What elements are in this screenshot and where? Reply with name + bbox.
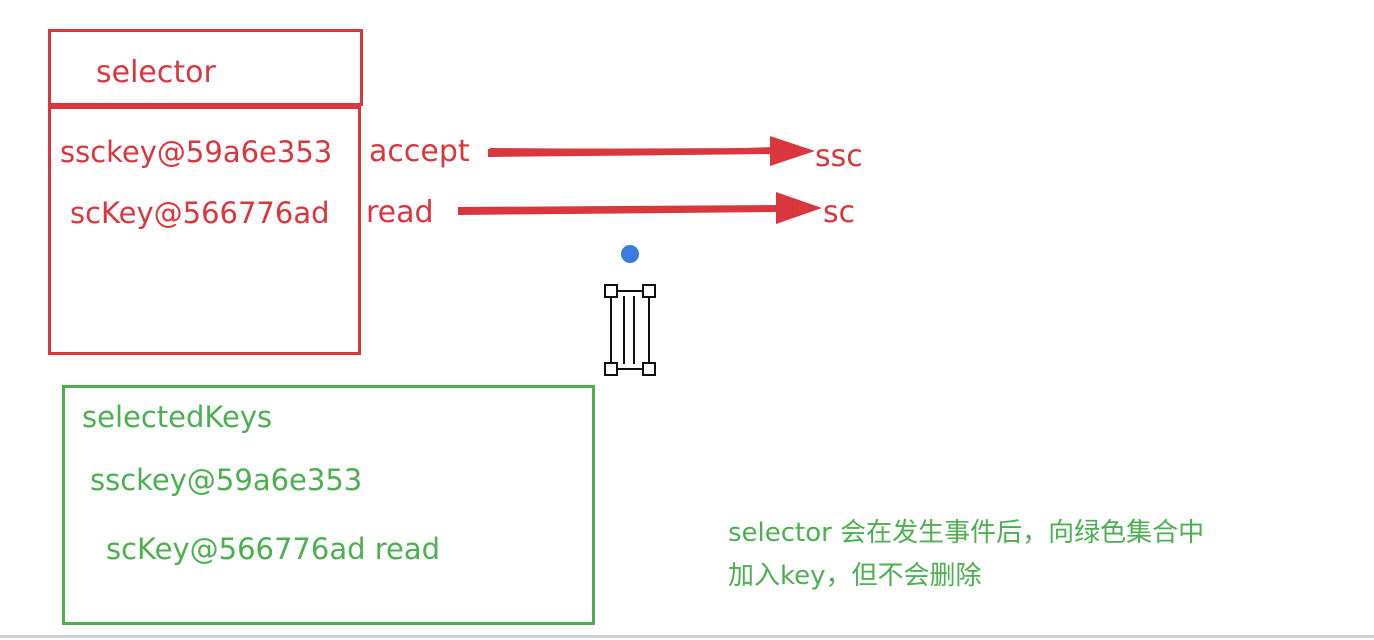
arrow-target-sc: sc: [823, 195, 856, 230]
selector-event-1: accept: [369, 134, 470, 169]
arrow-accept: [488, 136, 815, 166]
note-line-2: 加入key，但不会删除: [728, 561, 982, 591]
arrow-read: [458, 192, 822, 224]
blue-dot: [621, 245, 639, 263]
selector-key-1: ssckey@59a6e353: [60, 135, 333, 169]
arrow-target-ssc: ssc: [815, 139, 863, 174]
selector-key-2: scKey@566776ad: [70, 196, 330, 230]
bottom-divider: [0, 635, 1374, 638]
selector-event-2: read: [366, 195, 434, 230]
selector-title: selector: [96, 55, 216, 90]
selected-keys-title: selectedKeys: [82, 400, 273, 434]
selected-key-1: ssckey@59a6e353: [90, 463, 363, 497]
text-cursor-icon: [604, 284, 656, 376]
note-line-1: selector 会在发生事件后，向绿色集合中: [728, 518, 1205, 548]
selected-key-2: scKey@566776ad read: [106, 532, 441, 566]
